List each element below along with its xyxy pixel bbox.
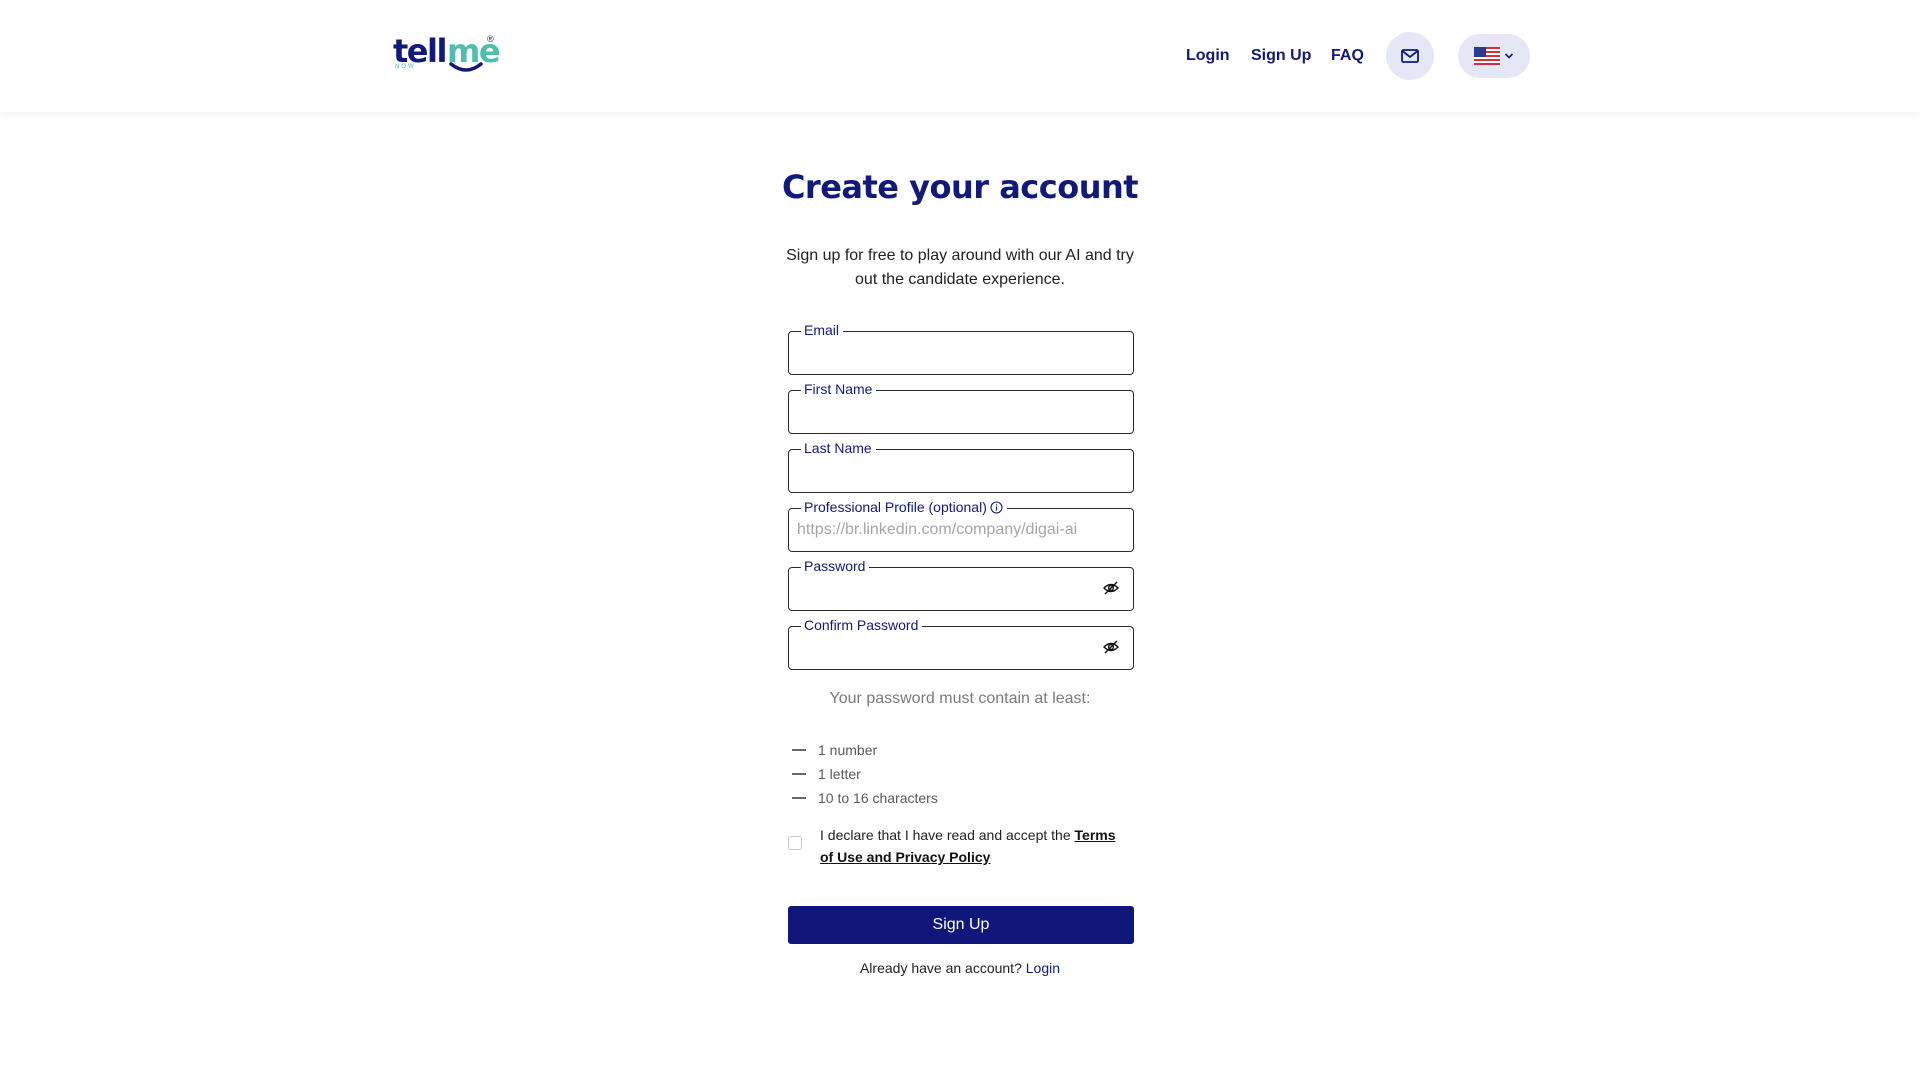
page-title: Create your account: [781, 168, 1139, 206]
email-label-text: Email: [804, 322, 840, 338]
first-name-input[interactable]: [797, 401, 1117, 423]
dash-icon: [792, 749, 806, 751]
envelope-icon: [1401, 49, 1419, 63]
password-field[interactable]: Password: [788, 558, 1134, 611]
email-field[interactable]: Email: [788, 322, 1134, 375]
first-name-field[interactable]: First Name: [788, 381, 1134, 434]
confirm-password-label-text: Confirm Password: [804, 617, 919, 633]
nav-faq-link[interactable]: FAQ: [1331, 46, 1364, 66]
last-name-label: Last Name: [801, 440, 876, 456]
logo-smile-icon: [449, 62, 483, 72]
logo-tell-text: tell: [393, 32, 447, 70]
chevron-down-icon: [1504, 53, 1514, 59]
tellme-logo[interactable]: tell me NOW ®: [393, 34, 503, 74]
password-label-text: Password: [804, 558, 866, 574]
header: tell me NOW ® Login Sign Up FAQ: [0, 0, 1920, 112]
requirement-text: 1 number: [818, 742, 878, 758]
password-input[interactable]: [797, 578, 1087, 600]
language-selector[interactable]: [1458, 34, 1530, 78]
eye-slash-icon[interactable]: [1103, 581, 1119, 595]
dash-icon: [792, 773, 806, 775]
confirm-password-field[interactable]: Confirm Password: [788, 617, 1134, 670]
requirement-item: 1 letter: [792, 762, 938, 786]
logo-registered-mark: ®: [487, 34, 494, 44]
last-name-field[interactable]: Last Name: [788, 440, 1134, 493]
confirm-password-label: Confirm Password: [801, 617, 923, 633]
info-icon[interactable]: [990, 500, 1003, 514]
already-have-account: Already have an account? Login: [660, 960, 1260, 976]
professional-profile-field[interactable]: Professional Profile (optional): [788, 499, 1134, 552]
first-name-label: First Name: [801, 381, 877, 397]
eye-slash-icon[interactable]: [1103, 640, 1119, 654]
terms-checkbox[interactable]: [788, 836, 802, 850]
last-name-input[interactable]: [797, 460, 1117, 482]
email-label: Email: [801, 322, 844, 338]
nav-signup-link[interactable]: Sign Up: [1251, 46, 1311, 66]
password-requirements-list: 1 number 1 letter 10 to 16 characters: [792, 738, 938, 810]
terms-statement: I declare that I have read and accept th…: [820, 827, 1075, 843]
professional-profile-label-text: Professional Profile (optional): [804, 499, 987, 515]
password-label: Password: [801, 558, 870, 574]
contact-mail-button[interactable]: [1386, 32, 1434, 80]
requirement-item: 1 number: [792, 738, 938, 762]
email-input[interactable]: [797, 342, 1117, 364]
nav-login-link[interactable]: Login: [1186, 46, 1230, 66]
already-text: Already have an account?: [859, 960, 1026, 976]
requirement-text: 10 to 16 characters: [818, 790, 938, 806]
professional-profile-label: Professional Profile (optional): [801, 499, 1007, 515]
confirm-password-input[interactable]: [797, 637, 1087, 659]
terms-text: I declare that I have read and accept th…: [820, 824, 1120, 868]
first-name-label-text: First Name: [804, 381, 873, 397]
requirement-text: 1 letter: [818, 766, 861, 782]
logo-now-text: NOW: [395, 64, 416, 70]
dash-icon: [792, 797, 806, 799]
requirement-item: 10 to 16 characters: [792, 786, 938, 810]
professional-profile-input[interactable]: [797, 519, 1117, 541]
login-link[interactable]: Login: [1026, 960, 1060, 976]
last-name-label-text: Last Name: [804, 440, 872, 456]
password-requirements-title: Your password must contain at least:: [829, 690, 1091, 707]
us-flag-icon: [1474, 47, 1500, 65]
page-subtitle: Sign up for free to play around with our…: [786, 247, 1134, 288]
signup-button[interactable]: Sign Up: [788, 906, 1134, 944]
